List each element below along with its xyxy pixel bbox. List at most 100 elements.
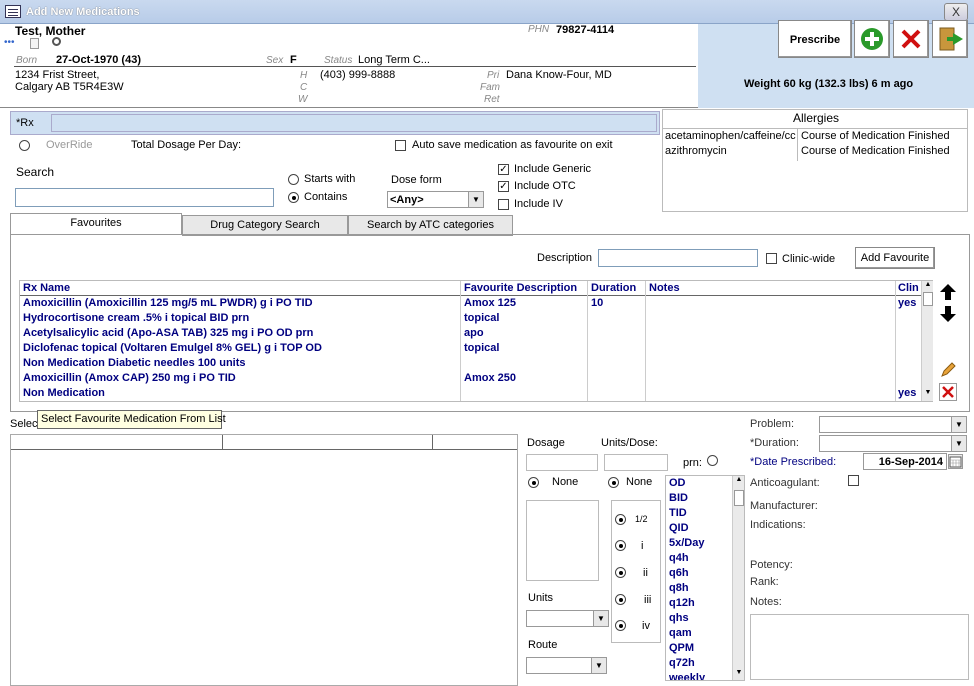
frequency-item[interactable]: QPM: [669, 641, 694, 656]
frequency-scrollbar[interactable]: ▲ ▼: [732, 476, 744, 680]
table-row-desc[interactable]: Amox 250: [464, 371, 516, 386]
total-dosage-label: Total Dosage Per Day:: [131, 139, 242, 151]
column-header[interactable]: Rx Name: [23, 282, 70, 294]
tab-favourites[interactable]: Favourites: [10, 213, 182, 234]
favourites-panel: Description Clinic-wide Add Favourite Rx…: [10, 234, 970, 412]
column-header[interactable]: Favourite Description: [464, 282, 577, 294]
fraction-radio[interactable]: [615, 594, 626, 605]
scroll-down-icon[interactable]: ▼: [733, 669, 744, 679]
autosave-checkbox[interactable]: [395, 140, 406, 151]
none-radio-dosage[interactable]: [528, 477, 539, 488]
column-header[interactable]: Notes: [649, 282, 680, 294]
table-row-clin[interactable]: yes: [898, 386, 916, 401]
add-favourite-button[interactable]: Add Favourite: [855, 247, 935, 269]
add-button[interactable]: [854, 20, 890, 58]
fraction-radio[interactable]: [615, 620, 626, 631]
column-header[interactable]: Duration: [591, 282, 636, 294]
tab-atc-categories[interactable]: Search by ATC categories: [348, 215, 513, 236]
document-icon[interactable]: [30, 38, 39, 49]
phn-value: 79827-4114: [556, 24, 615, 36]
allergy-name[interactable]: acetaminophen/caffeine/cc: [665, 130, 797, 142]
include-generic-checkbox[interactable]: ✓: [498, 164, 509, 175]
move-up-arrow-icon[interactable]: [938, 283, 958, 301]
dose-form-select[interactable]: <Any> ▼: [387, 191, 484, 208]
table-row-desc[interactable]: topical: [464, 341, 499, 356]
include-otc-checkbox[interactable]: ✓: [498, 181, 509, 192]
none-radio-units[interactable]: [608, 477, 619, 488]
frequency-item[interactable]: q72h: [669, 656, 695, 671]
allergy-status[interactable]: Course of Medication Finished: [801, 130, 950, 142]
search-input[interactable]: [15, 188, 274, 207]
frequency-item[interactable]: q4h: [669, 551, 689, 566]
override-radio[interactable]: [19, 140, 30, 151]
frequency-item[interactable]: TID: [669, 506, 687, 521]
table-row-desc[interactable]: topical: [464, 311, 499, 326]
fraction-radio[interactable]: [615, 540, 626, 551]
contains-radio[interactable]: [288, 192, 299, 203]
delete-favourite-button[interactable]: [939, 383, 957, 401]
units-dose-input[interactable]: [604, 454, 668, 471]
prescribe-button[interactable]: Prescribe: [778, 20, 852, 58]
dosage-input[interactable]: [526, 454, 598, 471]
exit-button[interactable]: [932, 20, 968, 58]
allergy-status[interactable]: Course of Medication Finished: [801, 145, 950, 157]
move-down-arrow-icon[interactable]: [938, 305, 958, 323]
description-input[interactable]: [598, 249, 758, 267]
units-select[interactable]: ▼: [526, 610, 609, 627]
scroll-up-icon[interactable]: ▲: [733, 476, 744, 486]
frequency-item[interactable]: qhs: [669, 611, 689, 626]
table-row-rx[interactable]: Amoxicillin (Amoxicillin 125 mg/5 mL PWD…: [23, 296, 313, 311]
frequency-item[interactable]: QID: [669, 521, 689, 536]
table-row-rx[interactable]: Diclofenac topical (Voltaren Emulgel 8% …: [23, 341, 322, 356]
frequency-item[interactable]: weekly: [669, 671, 705, 680]
table-row-rx[interactable]: Non Medication Diabetic needles 100 unit…: [23, 356, 246, 371]
fraction-radio[interactable]: [615, 567, 626, 578]
table-row-rx[interactable]: Non Medication: [23, 386, 105, 401]
table-row-desc[interactable]: apo: [464, 326, 484, 341]
duration-select[interactable]: ▼: [819, 435, 967, 452]
frequency-item[interactable]: OD: [669, 476, 686, 491]
table-row-rx[interactable]: Acetylsalicylic acid (Apo-ASA TAB) 325 m…: [23, 326, 313, 341]
starts-with-radio[interactable]: [288, 174, 299, 185]
prn-radio[interactable]: [707, 455, 718, 466]
action-panel: Prescribe Weight 60 kg (132.3 lbs) 6 m a…: [698, 20, 974, 108]
cancel-button[interactable]: [893, 20, 929, 58]
frequency-item[interactable]: BID: [669, 491, 688, 506]
include-iv-checkbox[interactable]: [498, 199, 509, 210]
route-select[interactable]: ▼: [526, 657, 607, 674]
rx-field[interactable]: [51, 114, 657, 132]
close-window-button[interactable]: X: [944, 3, 968, 21]
grid-scrollbar[interactable]: ▲ ▼: [921, 281, 933, 401]
problem-select[interactable]: ▼: [819, 416, 967, 433]
table-row-rx[interactable]: Hydrocortisone cream .5% i topical BID p…: [23, 311, 249, 326]
more-icon[interactable]: •••: [4, 38, 18, 49]
notes-textarea[interactable]: [750, 614, 969, 680]
column-header[interactable]: Clin: [898, 282, 919, 294]
anticoagulant-checkbox[interactable]: [848, 475, 859, 486]
frequency-item[interactable]: q12h: [669, 596, 695, 611]
date-prescribed-field[interactable]: 16-Sep-2014: [863, 453, 947, 470]
edit-pencil-icon[interactable]: [939, 361, 957, 379]
frequency-item[interactable]: 5x/Day: [669, 536, 704, 551]
fraction-radio[interactable]: [615, 514, 626, 525]
clinic-wide-checkbox[interactable]: [766, 253, 777, 264]
frequency-item[interactable]: qam: [669, 626, 692, 641]
table-row-rx[interactable]: Amoxicillin (Amox CAP) 250 mg i PO TID: [23, 371, 236, 386]
starts-with-label: Starts with: [304, 173, 356, 185]
clinic-wide-label: Clinic-wide: [782, 253, 836, 265]
address-line2: Calgary AB T5R4E3W: [15, 81, 124, 93]
dosage-list[interactable]: [526, 500, 599, 581]
table-row-desc[interactable]: Amox 125: [464, 296, 516, 311]
scroll-thumb[interactable]: [923, 292, 933, 306]
tab-drug-category[interactable]: Drug Category Search: [182, 215, 348, 236]
calendar-icon[interactable]: [948, 454, 963, 469]
frequency-item[interactable]: q6h: [669, 566, 689, 581]
magnifier-icon[interactable]: [52, 37, 61, 46]
table-row-duration[interactable]: 10: [591, 296, 603, 311]
frequency-item[interactable]: q8h: [669, 581, 689, 596]
scroll-down-icon[interactable]: ▼: [922, 389, 934, 399]
scroll-up-icon[interactable]: ▲: [922, 281, 934, 291]
table-row-clin[interactable]: yes: [898, 296, 916, 311]
scroll-thumb[interactable]: [734, 490, 744, 506]
allergy-name[interactable]: azithromycin: [665, 145, 727, 157]
